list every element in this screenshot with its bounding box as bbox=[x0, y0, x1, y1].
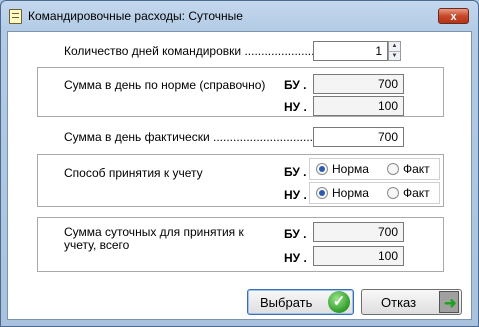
cancel-button[interactable]: Отказ ➜ bbox=[361, 289, 462, 315]
method-bu-tag: БУ . bbox=[284, 165, 307, 179]
method-label: Способ принятия к учету bbox=[64, 166, 203, 180]
dialog-window: Командировочные расходы: Суточные x Коли… bbox=[0, 0, 479, 327]
norm-label: Сумма в день по норме (справочно) bbox=[64, 78, 266, 92]
norm-nu-tag: НУ . bbox=[284, 100, 307, 114]
exit-door-icon: ➜ bbox=[439, 291, 459, 313]
actual-label: Сумма в день фактически ................… bbox=[64, 130, 324, 144]
window-title: Командировочные расходы: Суточные bbox=[28, 9, 243, 23]
method-bu-fact-label[interactable]: Факт bbox=[403, 162, 430, 176]
method-bu-fact-radio[interactable] bbox=[387, 163, 399, 175]
method-bu-norm-radio[interactable] bbox=[316, 163, 328, 175]
norm-nu-value: 100 bbox=[313, 96, 404, 116]
days-spinner[interactable]: ▲ ▼ bbox=[388, 41, 401, 61]
total-bu-tag: БУ . bbox=[284, 227, 307, 241]
total-label-line2: учету, всего bbox=[64, 238, 130, 252]
method-nu-fact-label[interactable]: Факт bbox=[403, 186, 430, 200]
method-nu-tag: НУ . bbox=[284, 188, 307, 202]
norm-bu-value: 700 bbox=[313, 74, 404, 94]
days-label: Количество дней командировки ...........… bbox=[64, 44, 338, 58]
total-nu-value: 100 bbox=[313, 246, 404, 266]
checkmark-icon: ✓ bbox=[328, 291, 350, 313]
cancel-button-label: Отказ bbox=[381, 295, 417, 310]
norm-bu-tag: БУ . bbox=[284, 78, 307, 92]
method-nu-norm-label[interactable]: Норма bbox=[332, 186, 369, 200]
actual-input[interactable]: 700 bbox=[313, 127, 404, 147]
document-icon bbox=[9, 9, 22, 24]
select-button-label: Выбрать bbox=[260, 295, 313, 310]
total-bu-value: 700 bbox=[313, 222, 404, 242]
select-button[interactable]: Выбрать ✓ bbox=[247, 289, 354, 315]
days-input[interactable]: 1 bbox=[313, 41, 388, 61]
total-nu-tag: НУ . bbox=[284, 251, 307, 265]
total-label-line1: Сумма суточных для принятия к bbox=[64, 225, 244, 239]
method-bu-norm-label[interactable]: Норма bbox=[332, 162, 369, 176]
method-nu-norm-radio[interactable] bbox=[316, 187, 328, 199]
spin-down-icon[interactable]: ▼ bbox=[389, 51, 400, 61]
spin-up-icon[interactable]: ▲ bbox=[389, 42, 400, 51]
method-nu-fact-radio[interactable] bbox=[387, 187, 399, 199]
dialog-body: Количество дней командировки ...........… bbox=[7, 31, 472, 320]
title-bar[interactable]: Командировочные расходы: Суточные x bbox=[1, 1, 478, 31]
close-button[interactable]: x bbox=[438, 8, 469, 24]
